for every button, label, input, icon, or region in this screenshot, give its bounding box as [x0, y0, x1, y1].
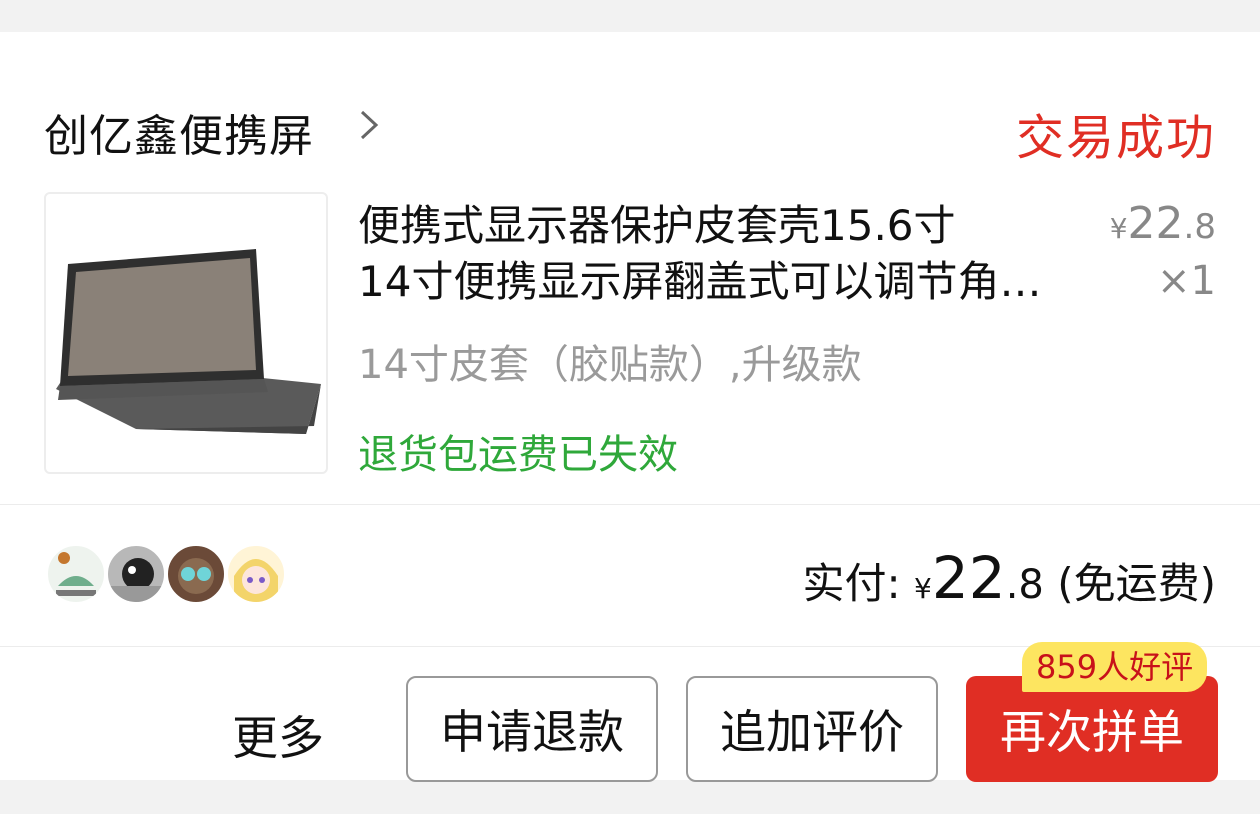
return-shipping-note: 退货包运费已失效: [358, 432, 678, 478]
add-review-button[interactable]: 追加评价: [686, 676, 938, 782]
paid-integer: 22: [931, 544, 1006, 612]
avatar-user-2: [106, 544, 166, 604]
avatar-user-4: [226, 544, 286, 604]
avatar-user-3: [166, 544, 226, 604]
product-title-line1: 便携式显示器保护皮套壳15.6寸: [358, 201, 956, 250]
product-spec: 14寸皮套（胶贴款）,升级款: [358, 342, 862, 388]
product-title[interactable]: 便携式显示器保护皮套壳15.6寸 14寸便携显示屏翻盖式可以调节角度支架: [358, 198, 1058, 310]
quantity: ×1: [1157, 258, 1216, 304]
request-refund-button[interactable]: 申请退款: [406, 676, 658, 782]
divider: [0, 504, 1260, 505]
avatar-user-1: [46, 544, 106, 604]
currency-symbol: ¥: [914, 572, 932, 605]
paid-label: 实付:: [802, 559, 901, 608]
shop-name[interactable]: 创亿鑫便携屏: [44, 100, 314, 164]
shipping-note: (免运费): [1057, 559, 1216, 608]
unit-price: ¥22.8: [1110, 198, 1216, 249]
shop-row[interactable]: 创亿鑫便携屏 交易成功: [44, 90, 1216, 170]
portable-monitor-image: [56, 249, 321, 434]
more-button[interactable]: 更多: [232, 702, 324, 768]
good-reviews-badge: 859人好评: [1022, 642, 1208, 692]
product-title-line2: 14寸便携显示屏翻盖式可以调节角度支架: [358, 257, 1058, 306]
price-integer: 22: [1127, 198, 1184, 249]
product-thumbnail[interactable]: [44, 192, 328, 474]
price-decimal: .8: [1183, 207, 1216, 247]
chevron-right-icon: [360, 110, 379, 140]
paid-decimal: .8: [1005, 562, 1044, 608]
currency-symbol: ¥: [1109, 212, 1128, 245]
order-status: 交易成功: [1015, 110, 1216, 166]
order-card: 创亿鑫便携屏 交易成功 便携式显示器保护皮套壳15.6寸 14寸便携显示屏翻盖式…: [0, 32, 1260, 782]
amount-paid: 实付: ¥22.8 (免运费): [803, 544, 1216, 612]
